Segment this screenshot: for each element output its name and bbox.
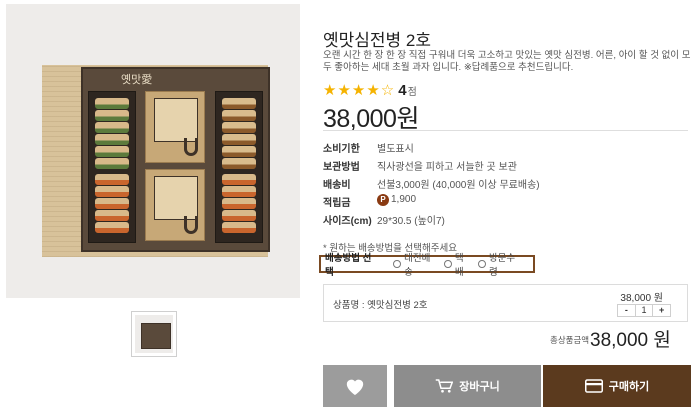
shipping-method-selector: 배송방법 선택 대전배송 택배 방문수령 (319, 253, 535, 278)
product-rating: ★★★★ ☆ 4 점 (323, 81, 417, 99)
cookie-tray-right (215, 91, 263, 243)
product-description: 오랜 시간 한 장 한 장 직접 구워내 더욱 고소하고 맛있는 옛맛 심전병.… (323, 50, 691, 73)
cart-icon (436, 379, 454, 393)
qty-input[interactable]: 1 (636, 305, 653, 316)
option-name: 상품명 : 옛맛심전병 2호 (333, 300, 428, 311)
radio-icon (478, 260, 486, 268)
spec-row-storage: 보관방법 직사광선을 피하고 서늘한 곳 보관 (323, 162, 517, 173)
quantity-stepper: - 1 + (617, 304, 671, 317)
radio-parcel-delivery[interactable]: 택배 (444, 250, 471, 278)
rating-value: 4 (398, 82, 407, 99)
rating-star-empty-icon: ☆ (380, 82, 395, 99)
snack-pack-top (145, 91, 205, 163)
cart-button[interactable]: 장바구니 (394, 365, 541, 407)
product-title: 옛맛심전병 2호 (323, 31, 432, 50)
cookie-tray-left (88, 91, 136, 243)
product-main-image: 옛맛愛 (6, 4, 300, 298)
shipping-method-label: 배송방법 선택 (325, 253, 372, 278)
snack-pack-bottom (145, 169, 205, 241)
spec-row-points: 적립금 P 1,900 (323, 194, 417, 209)
spec-row-shipping-fee: 배송비 선불3,000원 (40,000원 이상 무료배송) (323, 180, 540, 191)
cart-button-label: 장바구니 (459, 381, 500, 393)
option-price: 38,000 원 (620, 293, 663, 304)
gift-box: 옛맛愛 (81, 67, 270, 252)
product-thumbnail[interactable] (131, 311, 177, 357)
buy-button-label: 구매하기 (608, 381, 650, 393)
radio-icon (393, 260, 402, 268)
points-icon: P (377, 194, 389, 206)
credit-card-icon (584, 379, 603, 393)
spec-row-expiry: 소비기한 별도표시 (323, 144, 414, 155)
selected-option-box: 상품명 : 옛맛심전병 2호 38,000 원 - 1 + (323, 284, 688, 322)
total-label: 총상품금액 (550, 335, 590, 345)
spec-divider (323, 130, 688, 131)
spec-row-size: 사이즈(cm) 29*30.5 (높이7) (323, 216, 445, 227)
total-price: 38,000 원 (590, 330, 671, 351)
radio-daejeon-delivery[interactable]: 대전배송 (393, 250, 437, 278)
box-logo: 옛맛愛 (121, 73, 153, 86)
rating-stars-icon: ★★★★ (323, 82, 381, 99)
wishlist-button[interactable] (323, 365, 387, 407)
radio-pickup[interactable]: 방문수령 (478, 250, 522, 278)
buy-button[interactable]: 구매하기 (543, 365, 691, 407)
qty-minus-button[interactable]: - (618, 305, 636, 316)
rating-unit: 점 (407, 87, 417, 98)
heart-icon (346, 379, 364, 396)
radio-icon (444, 260, 452, 268)
qty-plus-button[interactable]: + (652, 305, 670, 316)
